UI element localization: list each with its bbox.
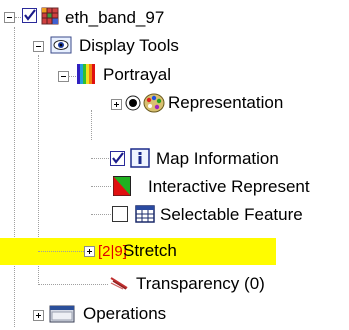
- collapse-toggle[interactable]: [4, 12, 15, 23]
- tree-node-transparency[interactable]: Transparency (0): [0, 271, 349, 299]
- transparency-icon: [110, 277, 128, 290]
- node-label: Display Tools: [79, 36, 179, 55]
- collapse-toggle[interactable]: [33, 41, 44, 52]
- tree-node-representation[interactable]: Representation: [0, 90, 349, 118]
- node-label: Map Information: [156, 149, 279, 168]
- raster-layer-icon: [41, 7, 59, 25]
- visibility-checkbox[interactable]: [110, 151, 125, 166]
- tree-node-operations[interactable]: Operations: [0, 301, 349, 329]
- display-eye-icon: [50, 36, 72, 54]
- checkmark-icon: [112, 152, 124, 164]
- table-icon: [135, 205, 155, 223]
- node-label: Portrayal: [103, 65, 172, 84]
- operations-icon: [49, 305, 75, 323]
- palette-icon: [143, 93, 165, 113]
- radio-selected-icon[interactable]: [125, 95, 141, 111]
- info-icon: [130, 148, 150, 168]
- tree-line: [15, 17, 21, 18]
- tree-line: [68, 76, 76, 77]
- tree-line: [91, 214, 111, 215]
- node-label: Stretch: [123, 241, 177, 260]
- tree-node-map-information[interactable]: Map Information: [0, 146, 349, 174]
- checkmark-icon: [24, 9, 36, 21]
- node-label: Operations: [83, 304, 167, 323]
- tree-node-display-tools[interactable]: Display Tools: [0, 33, 349, 61]
- tree-line: [38, 284, 108, 285]
- node-label: Selectable Feature: [160, 205, 303, 224]
- selectable-checkbox[interactable]: [112, 206, 128, 222]
- layer-tree: eth_band_97 Display Tools Portrayal Repr…: [0, 0, 349, 330]
- tree-node-stretch[interactable]: [2|9] Stretch: [0, 238, 276, 265]
- node-label: Representation: [168, 93, 284, 112]
- expand-toggle[interactable]: [33, 310, 44, 321]
- portrayal-color-bars-icon: [77, 64, 95, 84]
- node-label: Interactive Represent: [148, 177, 310, 196]
- expand-toggle[interactable]: [84, 246, 95, 257]
- tree-node-selectable-features[interactable]: Selectable Feature: [0, 202, 349, 230]
- layer-name: eth_band_97: [65, 8, 165, 27]
- tree-line: [38, 251, 84, 252]
- interactive-representation-icon: [113, 176, 131, 196]
- expand-toggle[interactable]: [111, 99, 122, 110]
- tree-line: [91, 186, 111, 187]
- tree-node-interactive-representation[interactable]: Interactive Represent: [0, 174, 349, 202]
- tree-node-portrayal[interactable]: Portrayal: [0, 62, 349, 90]
- tree-line: [91, 158, 109, 159]
- node-label: Transparency (0): [136, 274, 265, 293]
- visibility-checkbox[interactable]: [22, 8, 37, 23]
- tree-node-eth-band-97[interactable]: eth_band_97: [0, 5, 349, 33]
